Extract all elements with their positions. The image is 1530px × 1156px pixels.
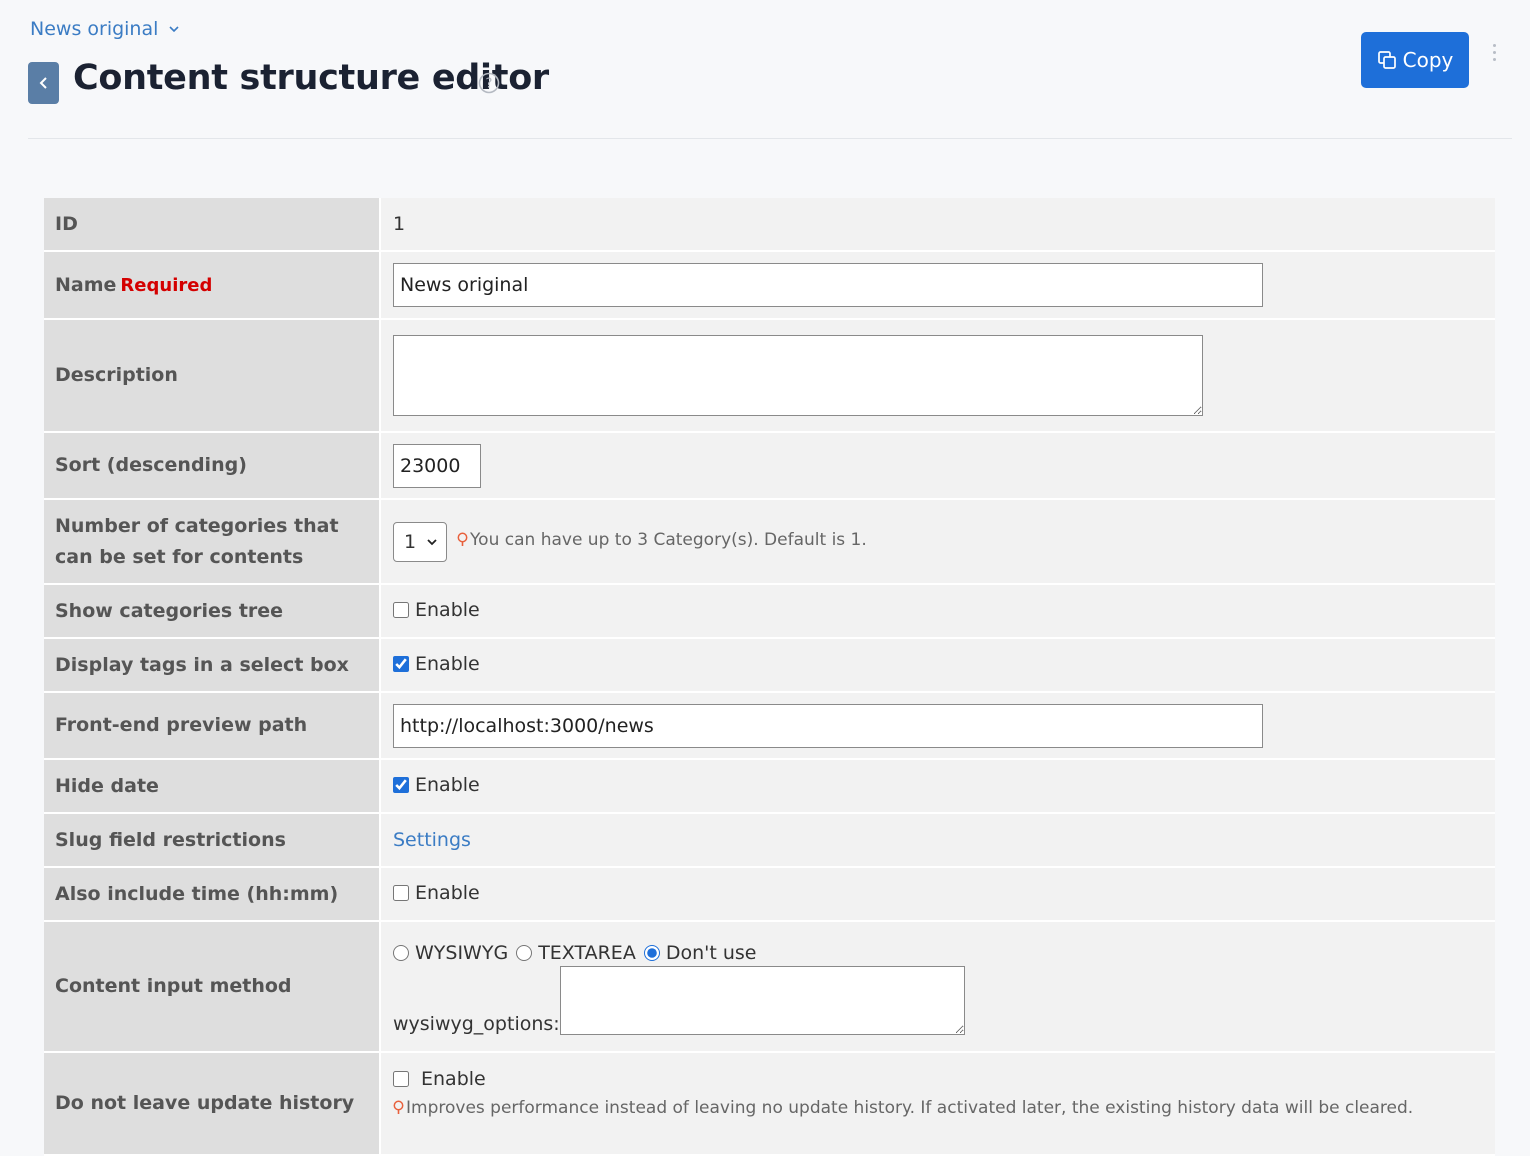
radio-wysiwyg[interactable]: WYSIWYG xyxy=(393,942,508,964)
wysiwyg-options-textarea[interactable] xyxy=(559,966,965,1035)
radio-dont-use[interactable]: Don't use xyxy=(643,942,756,964)
copy-button-label: Copy xyxy=(1402,48,1454,72)
more-options-icon[interactable] xyxy=(1488,44,1500,68)
no-history-label: Do not leave update history xyxy=(44,1052,381,1155)
chevron-down-icon xyxy=(169,26,179,33)
row-sort: Sort (descending) xyxy=(44,432,1495,499)
svg-text:?: ? xyxy=(486,77,493,92)
include-time-option: Enable xyxy=(415,882,480,904)
include-time-label: Also include time (hh:mm) xyxy=(44,867,381,921)
header-divider xyxy=(28,138,1512,139)
input-method-radio-group: WYSIWYG TEXTAREA Don't use xyxy=(393,942,1483,964)
row-name: Name Required xyxy=(44,251,1495,319)
radio-textarea[interactable]: TEXTAREA xyxy=(516,942,636,964)
hide-date-label: Hide date xyxy=(44,759,381,813)
tags-select-toggle[interactable]: Enable xyxy=(393,653,480,675)
no-history-checkbox[interactable] xyxy=(393,1071,409,1087)
breadcrumb-label: News original xyxy=(30,18,159,40)
show-tree-toggle[interactable]: Enable xyxy=(393,599,480,621)
sort-input[interactable] xyxy=(393,443,481,488)
show-tree-option: Enable xyxy=(415,599,480,621)
hint-icon xyxy=(457,532,468,546)
chevron-left-icon xyxy=(39,77,47,89)
name-input[interactable] xyxy=(393,263,1263,307)
show-tree-checkbox[interactable] xyxy=(393,602,409,618)
no-history-toggle[interactable]: Enable xyxy=(393,1068,486,1090)
wysiwyg-options-label: wysiwyg_options: xyxy=(393,1013,560,1035)
row-input-method: Content input method WYSIWYG TEXTAREA Do… xyxy=(44,921,1495,1052)
hide-date-toggle[interactable]: Enable xyxy=(393,774,480,796)
include-time-checkbox[interactable] xyxy=(393,885,409,901)
row-include-time: Also include time (hh:mm) Enable xyxy=(44,867,1495,921)
slug-settings-link[interactable]: Settings xyxy=(393,829,471,851)
input-method-label: Content input method xyxy=(44,921,381,1052)
id-value: 1 xyxy=(393,213,406,235)
copy-button[interactable]: Copy xyxy=(1361,32,1469,88)
categories-count-select[interactable]: 1 xyxy=(393,521,447,562)
hint-icon xyxy=(393,1100,404,1114)
row-preview-path: Front-end preview path xyxy=(44,692,1495,759)
help-icon[interactable]: ? xyxy=(478,72,500,94)
id-label: ID xyxy=(44,198,381,251)
no-history-hint: Improves performance instead of leaving … xyxy=(406,1098,1414,1118)
categories-hint: You can have up to 3 Category(s). Defaul… xyxy=(470,529,867,550)
show-tree-label: Show categories tree xyxy=(44,584,381,638)
back-button[interactable] xyxy=(28,62,59,104)
row-description: Description xyxy=(44,319,1495,432)
hide-date-option: Enable xyxy=(415,774,480,796)
row-id: ID 1 xyxy=(44,198,1495,251)
row-tags-select: Display tags in a select box Enable xyxy=(44,638,1495,692)
structure-switcher-dropdown[interactable]: News original xyxy=(30,18,180,40)
row-show-tree: Show categories tree Enable xyxy=(44,584,1495,638)
tags-select-checkbox[interactable] xyxy=(393,656,409,672)
row-slug: Slug field restrictions Settings xyxy=(44,813,1495,867)
name-label: Name xyxy=(55,273,117,296)
description-textarea[interactable] xyxy=(393,335,1203,416)
sort-label: Sort (descending) xyxy=(44,432,381,499)
categories-count-value: 1 xyxy=(404,530,417,553)
chevron-down-icon xyxy=(427,538,437,545)
structure-settings-form: ID 1 NameRequired Description Sort (desc… xyxy=(44,198,1495,1156)
preview-path-label: Front-end preview path xyxy=(44,692,381,759)
tags-select-option: Enable xyxy=(415,653,480,675)
copy-icon xyxy=(1377,51,1396,69)
description-label: Description xyxy=(44,319,381,432)
include-time-toggle[interactable]: Enable xyxy=(393,882,480,904)
categories-label: Number of categories that can be set for… xyxy=(44,499,381,584)
page-header: News original Content structure editor ?… xyxy=(0,0,1530,140)
slug-label: Slug field restrictions xyxy=(44,813,381,867)
required-badge: Required xyxy=(120,274,213,296)
preview-path-input[interactable] xyxy=(393,703,1263,748)
row-no-history: Do not leave update history Enable Impro… xyxy=(44,1052,1495,1155)
hide-date-checkbox[interactable] xyxy=(393,777,409,793)
row-categories: Number of categories that can be set for… xyxy=(44,499,1495,584)
tags-select-label: Display tags in a select box xyxy=(44,638,381,692)
no-history-option: Enable xyxy=(421,1068,486,1090)
row-hide-date: Hide date Enable xyxy=(44,759,1495,813)
